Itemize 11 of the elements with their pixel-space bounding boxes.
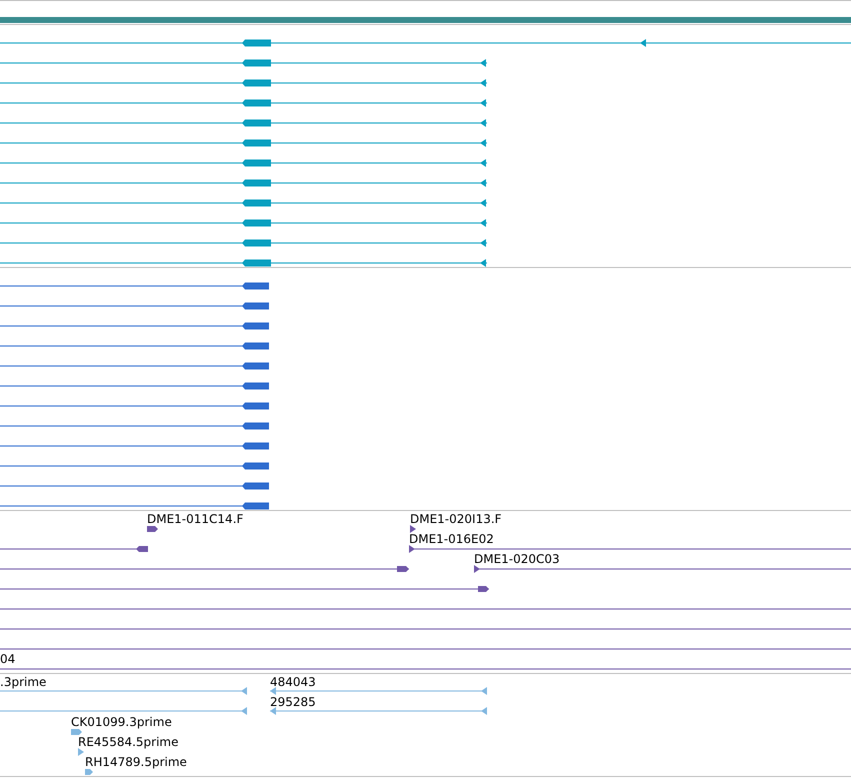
feature-label: .3prime — [0, 675, 46, 689]
feature-label: RE45584.5prime — [78, 735, 178, 749]
feature-label: DME1-020I13.F — [410, 512, 502, 526]
feature-label: 295285 — [270, 695, 316, 709]
feature-label: DME1-016E02 — [409, 532, 494, 546]
feature-label: CK01099.3prime — [71, 715, 172, 729]
feature-label: RH14789.5prime — [85, 755, 187, 769]
feature-label: DME1-011C14.F — [147, 512, 244, 526]
feature-label: 04 — [0, 652, 16, 666]
feature-label: 484043 — [270, 675, 316, 689]
feature-label: DME1-020C03 — [474, 552, 560, 566]
